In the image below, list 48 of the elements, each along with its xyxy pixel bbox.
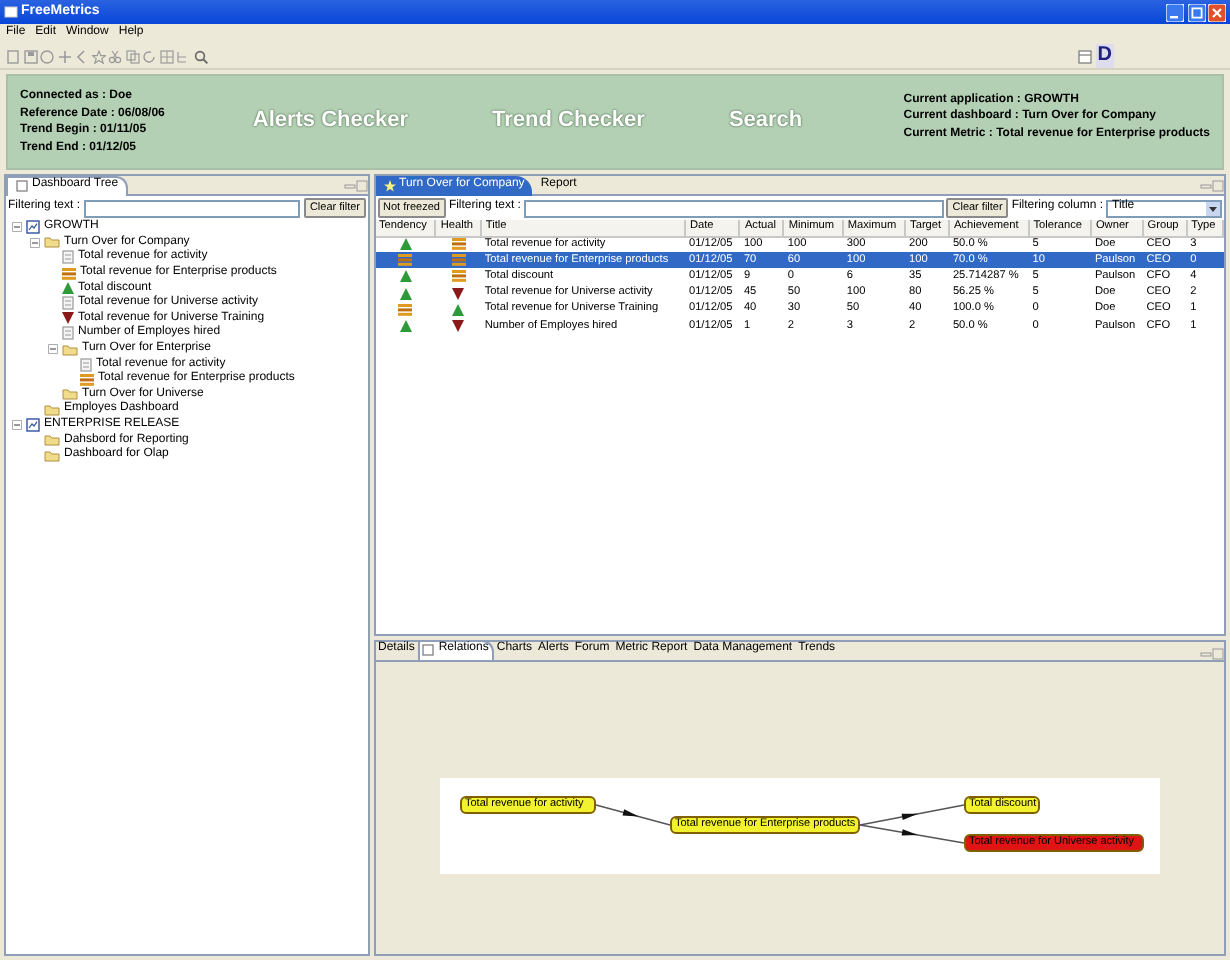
document-icon	[62, 326, 74, 341]
document-icon	[62, 296, 74, 311]
folder-icon	[62, 343, 78, 356]
up-triangle-icon	[399, 238, 412, 251]
minimize-icon[interactable]	[1166, 3, 1184, 21]
connector-arrow	[858, 823, 964, 843]
collapse-icon[interactable]	[12, 222, 22, 233]
collapse-icon[interactable]	[30, 237, 40, 248]
down-triangle-icon	[452, 287, 465, 300]
up-triangle-icon	[62, 282, 74, 295]
star-icon[interactable]	[91, 49, 105, 63]
document-icon[interactable]	[6, 49, 20, 63]
up-triangle-icon	[452, 303, 465, 316]
collapse-icon[interactable]	[48, 344, 58, 355]
filter-field[interactable]	[83, 199, 301, 217]
window-icon	[4, 6, 18, 18]
filter-field[interactable]	[523, 199, 944, 217]
document-icon	[80, 357, 92, 372]
up-triangle-icon	[399, 320, 412, 333]
bars-icon	[451, 238, 466, 251]
connector-arrow	[858, 803, 964, 825]
down-triangle-icon	[452, 320, 465, 333]
search-icon[interactable]	[193, 49, 207, 63]
grid-icon[interactable]	[159, 49, 173, 63]
document-icon	[62, 250, 74, 265]
dropdown-arrow-icon[interactable]	[1206, 201, 1220, 215]
close-icon[interactable]	[1208, 3, 1226, 21]
chart-window-icon	[26, 418, 40, 433]
bars-icon	[62, 267, 76, 280]
panel-icon	[16, 180, 28, 192]
logo: D	[1095, 44, 1114, 68]
refresh-icon[interactable]	[142, 49, 156, 63]
bars-icon	[451, 254, 466, 267]
bars-icon	[398, 303, 413, 316]
copy-icon[interactable]	[125, 49, 139, 63]
folder-icon	[44, 236, 60, 249]
down-triangle-icon	[62, 312, 74, 325]
perspective-icon[interactable]	[1078, 49, 1093, 63]
bars-icon	[80, 373, 94, 386]
collapse-icon[interactable]	[12, 420, 22, 431]
plus-icon[interactable]	[57, 49, 71, 63]
bars-icon	[398, 254, 413, 267]
bars-icon	[451, 270, 466, 283]
scissors-icon[interactable]	[108, 49, 122, 63]
panel-icon	[422, 644, 435, 656]
chart-window-icon	[26, 220, 40, 235]
star-icon	[383, 179, 395, 191]
connector-arrow	[594, 803, 670, 825]
